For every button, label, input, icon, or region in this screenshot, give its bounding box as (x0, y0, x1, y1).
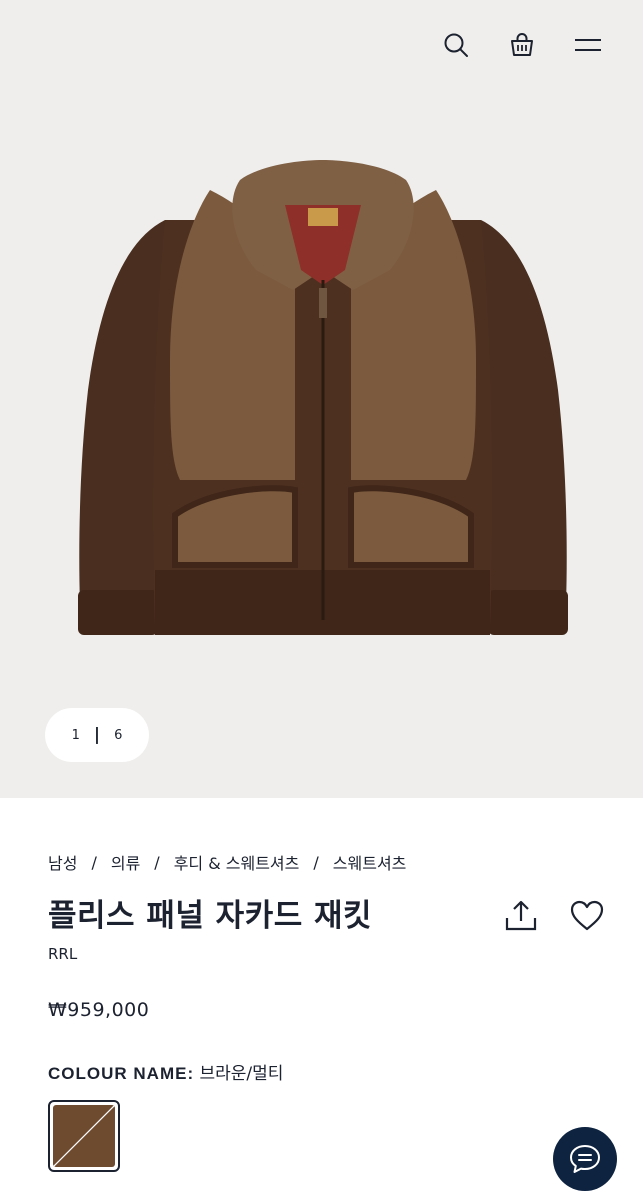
heart-icon[interactable] (569, 898, 605, 934)
colour-value: 브라운/멀티 (199, 1064, 284, 1084)
colour-swatch-fill (53, 1105, 115, 1167)
jacket-product-image (78, 160, 568, 635)
product-price: ₩959,000 (48, 999, 150, 1021)
pager-total: 6 (114, 727, 123, 743)
colour-row: COLOUR NAME: 브라운/멀티 (48, 1059, 603, 1084)
product-info: 남성 / 의류 / 후디 & 스웨트셔츠 / 스웨트셔츠 플리스 패널 자카드 … (48, 798, 605, 1172)
shopping-bag-icon[interactable] (507, 30, 537, 60)
product-brand: RRL (48, 945, 78, 963)
product-title: 플리스 패널 자카드 재킷 (48, 898, 373, 934)
title-row: 플리스 패널 자카드 재킷 (48, 890, 605, 935)
breadcrumb-item[interactable]: 의류 (111, 850, 140, 874)
breadcrumb-item[interactable]: 스웨트셔츠 (333, 850, 407, 874)
breadcrumb-separator: / (91, 852, 97, 872)
share-icon[interactable] (503, 898, 539, 934)
breadcrumb-separator: / (313, 852, 319, 872)
image-pager: 1 | 6 (45, 708, 149, 762)
menu-icon[interactable] (573, 30, 603, 60)
pager-separator: | (93, 725, 101, 745)
breadcrumb: 남성 / 의류 / 후디 & 스웨트셔츠 / 스웨트셔츠 (48, 850, 603, 874)
swatch-slash-icon (53, 1105, 115, 1167)
chat-icon (570, 1145, 600, 1173)
pager-current: 1 (71, 727, 80, 743)
chat-button[interactable] (553, 1127, 617, 1191)
breadcrumb-item[interactable]: 후디 & 스웨트셔츠 (174, 850, 300, 874)
header-icons (441, 30, 603, 60)
breadcrumb-separator: / (154, 852, 160, 872)
colour-swatch[interactable] (48, 1100, 120, 1172)
search-icon[interactable] (441, 30, 471, 60)
breadcrumb-item[interactable]: 남성 (48, 850, 77, 874)
product-image-gallery[interactable]: 1 | 6 (0, 0, 643, 798)
colour-label: COLOUR NAME: (48, 1064, 195, 1083)
title-actions (503, 898, 605, 934)
